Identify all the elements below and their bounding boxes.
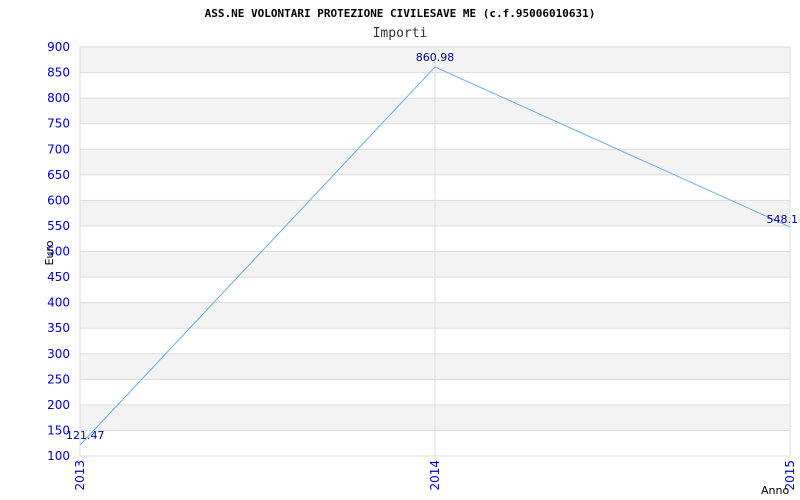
y-tick-label: 850	[47, 66, 70, 80]
data-label: 548.1	[767, 213, 799, 226]
x-tick-label: 2013	[73, 460, 87, 491]
y-tick-label: 900	[47, 40, 70, 54]
chart-subtitle: Importi	[373, 26, 428, 41]
data-label: 860.98	[416, 51, 455, 64]
y-tick-label: 300	[47, 347, 70, 361]
y-tick-label: 800	[47, 91, 70, 105]
y-tick-label: 550	[47, 219, 70, 233]
y-tick-label: 450	[47, 270, 70, 284]
y-tick-label: 250	[47, 372, 70, 386]
y-tick-label: 200	[47, 398, 70, 412]
x-tick-label: 2014	[428, 460, 442, 491]
line-chart: 1001502002503003504004505005506006507007…	[43, 7, 799, 497]
x-axis-label: Anno	[761, 484, 789, 497]
y-tick-label: 750	[47, 117, 70, 131]
y-tick-label: 650	[47, 168, 70, 182]
chart-title: ASS.NE VOLONTARI PROTEZIONE CIVILESAVE M…	[205, 7, 596, 20]
y-axis-label: Euro	[43, 240, 56, 265]
y-tick-label: 100	[47, 449, 70, 463]
x-axis-ticks: 2013 2014 2015	[73, 460, 797, 491]
y-tick-label: 600	[47, 193, 70, 207]
data-label: 121.47	[66, 429, 105, 442]
y-tick-label: 350	[47, 321, 70, 335]
y-tick-label: 400	[47, 296, 70, 310]
y-tick-label: 700	[47, 142, 70, 156]
